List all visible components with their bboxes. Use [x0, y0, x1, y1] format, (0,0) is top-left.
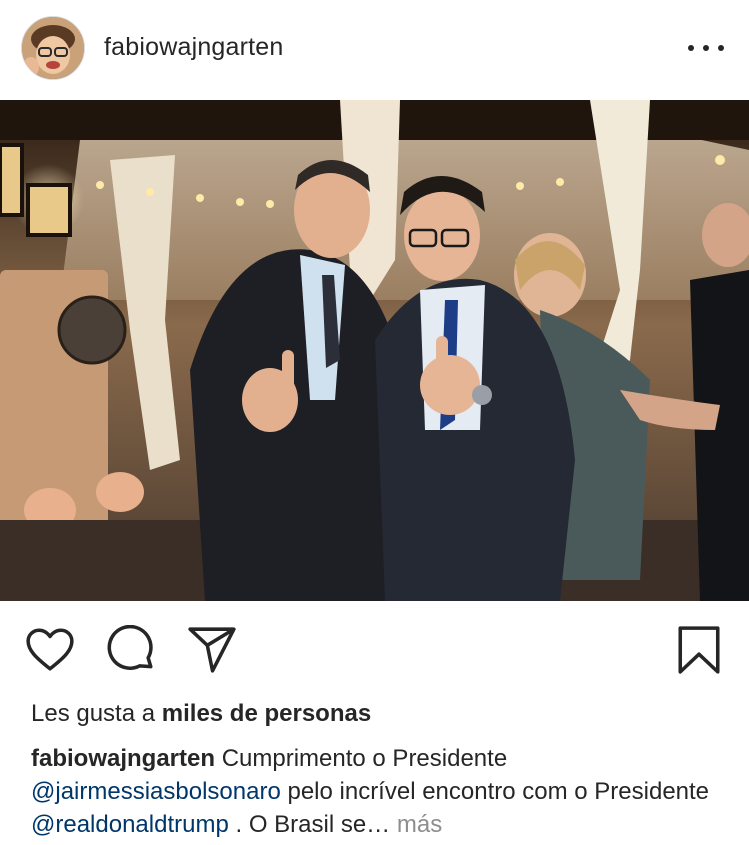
photo-scene [0, 100, 749, 601]
heart-icon[interactable] [25, 625, 75, 675]
dot [703, 45, 709, 51]
caption-username[interactable]: fabiowajngarten [31, 745, 215, 772]
post-photo[interactable] [0, 100, 749, 601]
caption-text: pelo incrível encontro com o Presidente [280, 778, 710, 805]
post-header: fabiowajngarten [0, 0, 749, 100]
likes-summary[interactable]: Les gusta a miles de personas [31, 700, 371, 728]
mention-link[interactable]: @realdonaldtrump [31, 811, 229, 838]
mention-link[interactable]: @jairmessiasbolsonaro [31, 778, 281, 805]
bookmark-icon[interactable] [674, 625, 724, 675]
likes-prefix: Les gusta a [31, 700, 162, 727]
post-username[interactable]: fabiowajngarten [104, 33, 284, 62]
dot [688, 45, 694, 51]
paper-plane-icon[interactable] [187, 625, 237, 675]
post-actions [0, 601, 749, 691]
caption-text: Cumprimento o Presidente [215, 745, 508, 772]
avatar[interactable] [21, 16, 85, 80]
post-caption: fabiowajngarten Cumprimento o Presidente… [31, 742, 731, 841]
dot [718, 45, 724, 51]
more-link[interactable]: más [390, 811, 442, 838]
likes-count[interactable]: miles de personas [162, 700, 371, 727]
caption-text: . O Brasil se… [228, 811, 391, 838]
avatar-image [22, 17, 84, 79]
comment-icon[interactable] [107, 625, 157, 675]
ellipsis-icon[interactable] [688, 38, 724, 58]
